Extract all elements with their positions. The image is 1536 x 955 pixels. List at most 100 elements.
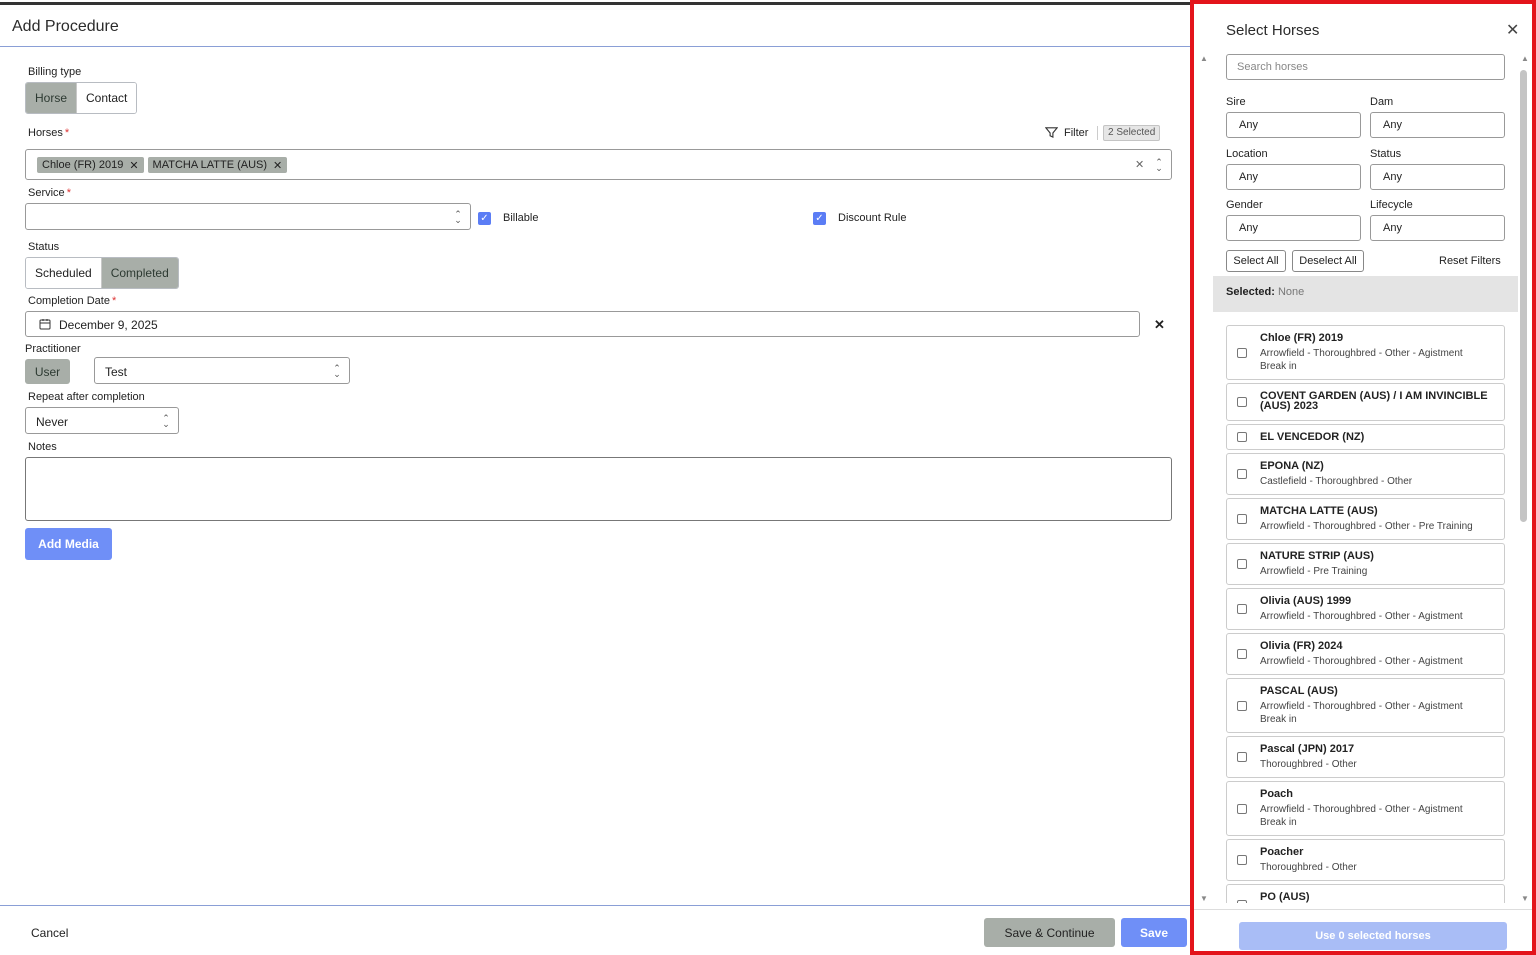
- horse-checkbox[interactable]: [1237, 855, 1247, 865]
- deselect-all-button[interactable]: Deselect All: [1292, 250, 1364, 272]
- horse-detail-2: Break in: [1260, 714, 1297, 725]
- add-media-button[interactable]: Add Media: [25, 528, 112, 560]
- list-item[interactable]: PASCAL (AUS) Arrowfield - Thoroughbred -…: [1226, 678, 1505, 733]
- filter-label-gender: Gender: [1226, 199, 1263, 211]
- filter-label-location: Location: [1226, 148, 1268, 160]
- filter-button[interactable]: Filter: [1045, 126, 1088, 139]
- repeat-select[interactable]: Never ⌃ ⌄: [25, 407, 179, 434]
- cancel-button[interactable]: Cancel: [31, 926, 68, 940]
- close-icon[interactable]: ✕: [1506, 20, 1519, 40]
- horse-checkbox[interactable]: [1237, 604, 1247, 614]
- horse-name: Chloe (FR) 2019: [1260, 332, 1344, 344]
- save-continue-button[interactable]: Save & Continue: [984, 918, 1115, 947]
- billing-type-horse[interactable]: Horse: [26, 83, 78, 113]
- repeat-label: Repeat after completion: [28, 391, 145, 403]
- chip-remove-icon[interactable]: ✕: [273, 159, 282, 172]
- horse-checkbox[interactable]: [1237, 701, 1247, 711]
- status-completed[interactable]: Completed: [101, 258, 178, 288]
- horse-name: MATCHA LATTE (AUS): [1260, 505, 1378, 517]
- select-all-button[interactable]: Select All: [1226, 250, 1286, 272]
- filter-label-dam: Dam: [1370, 96, 1394, 108]
- dialog-header: Add Procedure: [0, 5, 1190, 47]
- horse-checkbox[interactable]: [1237, 397, 1247, 407]
- horse-checkbox[interactable]: [1237, 432, 1247, 442]
- horse-checkbox[interactable]: [1237, 559, 1247, 569]
- horse-checkbox[interactable]: [1237, 348, 1247, 358]
- selected-count-badge: 2 Selected: [1103, 125, 1161, 141]
- horse-name: NATURE STRIP (AUS): [1260, 550, 1374, 562]
- selected-summary: Selected: None: [1213, 276, 1518, 312]
- horse-detail: Arrowfield - Thoroughbred - Other - Agis…: [1260, 804, 1463, 815]
- reset-filters-button[interactable]: Reset Filters: [1439, 255, 1501, 267]
- filter-status-select[interactable]: Any: [1370, 164, 1505, 190]
- billing-type-contact[interactable]: Contact: [77, 83, 137, 113]
- chevron-updown-icon: ⌃ ⌄: [454, 209, 462, 225]
- chip-remove-icon[interactable]: ✕: [129, 159, 138, 172]
- horse-name: Pascal (JPN) 2017: [1260, 743, 1355, 755]
- scroll-up-icon[interactable]: ▲: [1200, 54, 1208, 63]
- list-item[interactable]: NATURE STRIP (AUS) Arrowfield - Pre Trai…: [1226, 543, 1505, 585]
- notes-label: Notes: [28, 441, 57, 453]
- search-input[interactable]: Search horses: [1226, 54, 1505, 80]
- list-item[interactable]: MATCHA LATTE (AUS) Arrowfield - Thorough…: [1226, 498, 1505, 540]
- status-scheduled[interactable]: Scheduled: [26, 258, 102, 288]
- scrollbar-down-icon[interactable]: ▼: [1521, 894, 1529, 903]
- filter-gender-select[interactable]: Any: [1226, 215, 1361, 241]
- horse-name: Poacher: [1260, 846, 1304, 858]
- list-item[interactable]: COVENT GARDEN (AUS) / I AM INVINCIBLE (A…: [1226, 383, 1505, 421]
- scrollbar-up-icon[interactable]: ▲: [1521, 54, 1529, 63]
- filter-dam-select[interactable]: Any: [1370, 112, 1505, 138]
- horse-detail: Arrowfield - Pre Training: [1260, 566, 1368, 577]
- horse-checkbox[interactable]: [1237, 649, 1247, 659]
- save-button[interactable]: Save: [1121, 918, 1187, 947]
- list-item[interactable]: PO (AUS): [1226, 884, 1505, 903]
- filter-sire-select[interactable]: Any: [1226, 112, 1361, 138]
- list-item[interactable]: Poach Arrowfield - Thoroughbred - Other …: [1226, 781, 1505, 836]
- billable-checkbox[interactable]: ✓: [478, 212, 491, 225]
- horse-name: Olivia (AUS) 1999: [1260, 595, 1352, 607]
- list-item[interactable]: EL VENCEDOR (NZ): [1226, 424, 1505, 450]
- horse-detail: Arrowfield - Thoroughbred - Other - Agis…: [1260, 611, 1463, 622]
- horse-detail-2: Break in: [1260, 817, 1297, 828]
- filter-location-select[interactable]: Any: [1226, 164, 1361, 190]
- practitioner-select[interactable]: Test ⌃ ⌄: [94, 357, 350, 384]
- horse-checkbox[interactable]: [1237, 752, 1247, 762]
- horse-checkbox[interactable]: [1237, 804, 1247, 814]
- completion-date-input[interactable]: December 9, 2025: [25, 311, 1140, 337]
- list-item[interactable]: EPONA (NZ) Castlefield - Thoroughbred - …: [1226, 453, 1505, 495]
- horse-checkbox[interactable]: [1237, 514, 1247, 524]
- horse-checkbox[interactable]: [1237, 469, 1247, 479]
- repeat-value: Never: [36, 415, 69, 429]
- horse-checkbox[interactable]: [1237, 900, 1247, 903]
- filter-lifecycle-select[interactable]: Any: [1370, 215, 1505, 241]
- horse-detail: Castlefield - Thoroughbred - Other: [1260, 476, 1413, 487]
- list-item[interactable]: Poacher Thoroughbred - Other: [1226, 839, 1505, 881]
- list-item[interactable]: Chloe (FR) 2019 Arrowfield - Thoroughbre…: [1226, 325, 1505, 380]
- discount-rule-checkbox[interactable]: ✓: [813, 212, 826, 225]
- horse-chip: MATCHA LATTE (AUS) ✕: [147, 157, 288, 173]
- notes-textarea[interactable]: [25, 457, 1172, 521]
- scroll-down-icon[interactable]: ▼: [1200, 894, 1208, 903]
- clear-date-icon[interactable]: ✕: [1154, 317, 1165, 333]
- clear-icon[interactable]: ✕: [1135, 158, 1144, 171]
- horse-name: EL VENCEDOR (NZ): [1260, 431, 1365, 443]
- billing-type-label: Billing type: [28, 66, 82, 78]
- service-select[interactable]: ⌃ ⌄: [25, 203, 471, 230]
- filter-label-sire: Sire: [1226, 96, 1246, 108]
- chevron-updown-icon[interactable]: ⌃ ⌄: [1154, 158, 1164, 173]
- use-selected-horses-button[interactable]: Use 0 selected horses: [1239, 922, 1507, 950]
- list-item[interactable]: Olivia (AUS) 1999 Arrowfield - Thoroughb…: [1226, 588, 1505, 630]
- list-item[interactable]: Pascal (JPN) 2017 Thoroughbred - Other: [1226, 736, 1505, 778]
- chip-label: MATCHA LATTE (AUS): [152, 159, 268, 171]
- chip-label: Chloe (FR) 2019: [42, 159, 124, 171]
- horse-detail: Thoroughbred - Other: [1260, 759, 1357, 770]
- practitioner-user-toggle[interactable]: User: [25, 359, 70, 384]
- completion-date-value: December 9, 2025: [59, 318, 158, 332]
- list-item[interactable]: Olivia (FR) 2024 Arrowfield - Thoroughbr…: [1226, 633, 1505, 675]
- completion-date-label: Completion Date *: [28, 295, 117, 307]
- horses-multiselect[interactable]: Chloe (FR) 2019 ✕ MATCHA LATTE (AUS) ✕ ✕ ⌃…: [25, 149, 1172, 180]
- scrollbar-thumb[interactable]: [1520, 70, 1527, 522]
- calendar-icon: [39, 319, 51, 330]
- select-horses-panel: Select Horses ✕ Search horses Sire Any D…: [1190, 0, 1536, 955]
- billing-type-toggle: Horse Contact: [25, 82, 138, 114]
